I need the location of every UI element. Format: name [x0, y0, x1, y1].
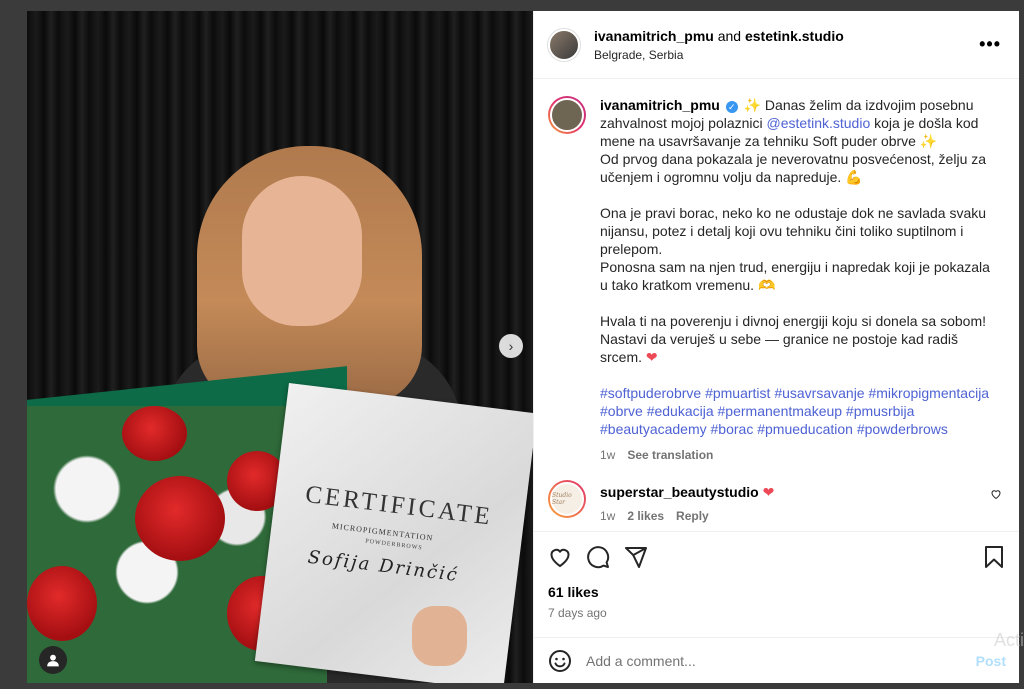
comment-input[interactable] [586, 652, 976, 669]
comment-meta: 1w 2 likes Reply [600, 509, 774, 523]
comment-body: superstar_beautystudio ❤ 1w 2 likes Repl… [600, 480, 774, 523]
location-link[interactable]: Belgrade, Serbia [594, 48, 975, 62]
caption-paragraph-1: ivanamitrich_pmu ✓ ✨ Danas želim da izdv… [600, 96, 1000, 150]
chevron-right-icon: › [508, 338, 514, 354]
action-row [548, 542, 1006, 572]
caption-username[interactable]: ivanamitrich_pmu [600, 97, 720, 113]
post-side-panel: ivanamitrich_pmu and estetink.studio Bel… [533, 11, 1019, 683]
certificate-subtitle: MICROPIGMENTATION [331, 521, 434, 543]
heart-outline-icon [991, 490, 1001, 500]
collaborator-username[interactable]: estetink.studio [745, 28, 844, 44]
rose [135, 476, 225, 561]
comment-age: 1w [600, 509, 616, 523]
commenter-avatar-logo: Studio Star [550, 482, 584, 516]
post-comment-button[interactable]: Post [976, 653, 1006, 669]
like-heart-icon[interactable] [548, 545, 572, 569]
photo-hand [412, 606, 467, 666]
caption-paragraph-5: Hvala ti na poverenju i divnoj energiji … [600, 312, 1000, 366]
certificate: CERTIFICATE MICROPIGMENTATION POWDERBROW… [254, 383, 533, 683]
caption-text-5: Hvala ti na poverenju i divnoj energiji … [600, 313, 986, 365]
post-actions: 61 likes 7 days ago [534, 531, 1019, 620]
reply-button[interactable]: Reply [676, 509, 709, 523]
more-horizontal-icon: ••• [979, 34, 1001, 54]
user-icon [47, 654, 59, 667]
commenter-avatar[interactable]: Studio Star [548, 480, 586, 518]
like-comment-button[interactable] [990, 488, 1002, 503]
comment-icon[interactable] [586, 545, 610, 569]
see-translation-button[interactable]: See translation [627, 446, 713, 464]
post-header: ivanamitrich_pmu and estetink.studio Bel… [534, 11, 1019, 79]
more-options-button[interactable]: ••• [975, 34, 1005, 55]
photo-person-face [242, 176, 362, 326]
header-connector: and [713, 27, 745, 44]
caption-paragraph-2: Od prvog dana pokazala je neverovatnu po… [600, 151, 987, 185]
commenter-username[interactable]: superstar_beautystudio [600, 484, 759, 500]
share-icon[interactable] [624, 545, 648, 569]
caption-paragraph-4: Ponosna sam na njen trud, energiju i nap… [600, 259, 990, 293]
bookmark-icon[interactable] [982, 545, 1006, 569]
caption-hashtags[interactable]: #softpuderobrve #pmuartist #usavrsavanje… [600, 384, 1000, 438]
post-modal: CERTIFICATE MICROPIGMENTATION POWDERBROW… [27, 11, 1019, 683]
post-time[interactable]: 7 days ago [548, 606, 1006, 620]
author-username[interactable]: ivanamitrich_pmu [594, 28, 714, 44]
tagged-users-button[interactable] [39, 646, 67, 674]
next-slide-button[interactable]: › [499, 334, 523, 358]
comment-item: Studio Star superstar_beautystudio ❤ 1w … [548, 480, 1006, 523]
caption-paragraph-3: Ona je pravi borac, neko ko ne odustaje … [600, 205, 987, 257]
comment-likes[interactable]: 2 likes [627, 509, 664, 523]
rose [27, 566, 97, 641]
caption-mention[interactable]: @estetink.studio [767, 115, 871, 131]
likes-count[interactable]: 61 likes [548, 584, 1006, 600]
certificate-name: Sofija Drinčić [306, 546, 461, 587]
header-text: ivanamitrich_pmu and estetink.studio Bel… [594, 28, 975, 62]
caption: ivanamitrich_pmu ✓ ✨ Danas želim da izdv… [548, 96, 1006, 464]
author-avatar[interactable] [548, 28, 580, 61]
rose [122, 406, 187, 461]
comments-section[interactable]: ivanamitrich_pmu ✓ ✨ Danas želim da izdv… [534, 80, 1019, 530]
header-names: ivanamitrich_pmu and estetink.studio [594, 28, 975, 44]
heart-emoji-icon: ❤ [645, 349, 658, 365]
verified-badge-icon: ✓ [725, 101, 738, 113]
emoji-icon[interactable] [548, 649, 572, 673]
caption-body: ivanamitrich_pmu ✓ ✨ Danas želim da izdv… [600, 96, 1000, 464]
heart-emoji-icon: ❤ [762, 484, 775, 500]
caption-avatar[interactable] [548, 96, 586, 134]
caption-meta: 1w See translation [600, 446, 1000, 464]
comment-text-row: superstar_beautystudio ❤ [600, 484, 774, 501]
post-media: CERTIFICATE MICROPIGMENTATION POWDERBROW… [27, 11, 533, 683]
caption-age: 1w [600, 448, 616, 462]
add-comment-bar: Post [534, 637, 1019, 683]
